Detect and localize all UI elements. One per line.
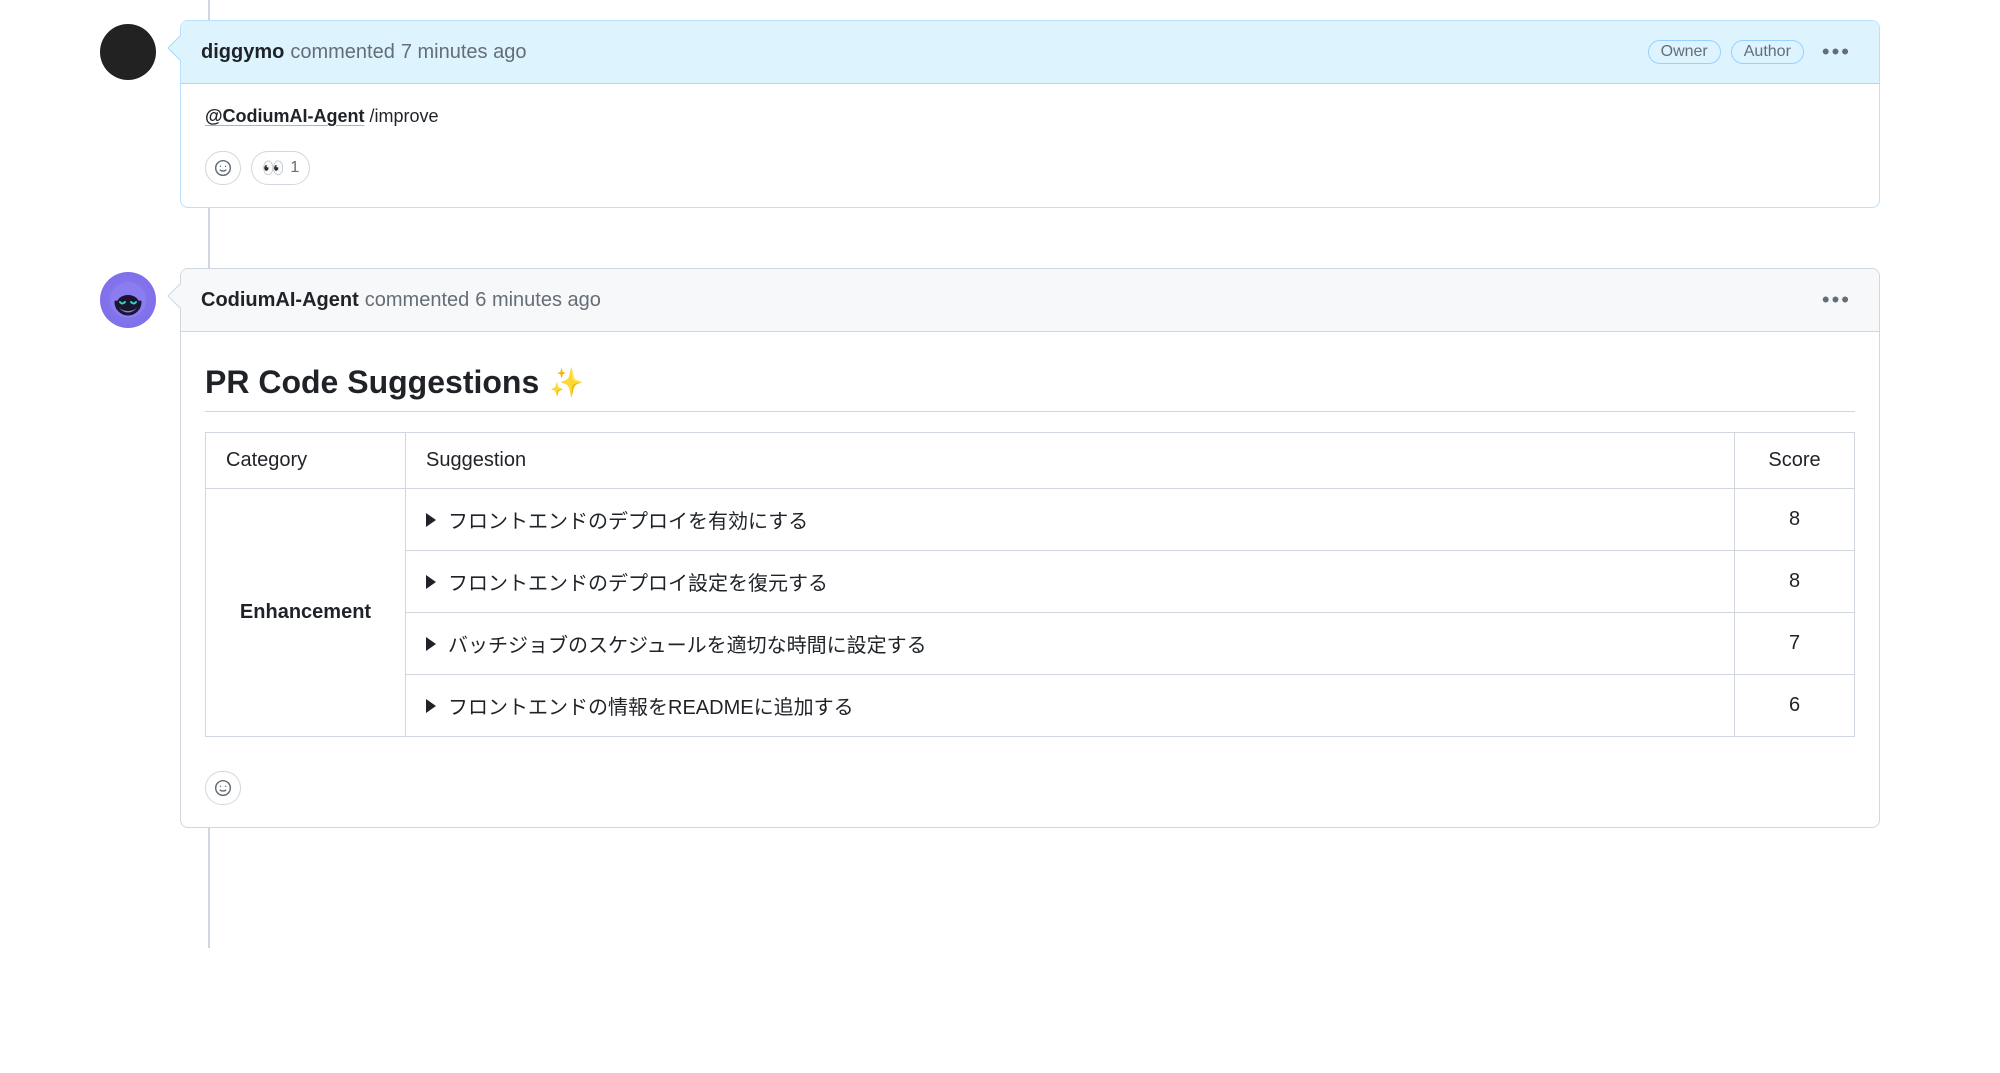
suggestion-toggle[interactable]: フロントエンドのデプロイ設定を復元する bbox=[426, 567, 828, 596]
comment-body: PR Code Suggestions ✨ Category Suggestio… bbox=[181, 332, 1879, 827]
comment-text: @CodiumAI-Agent /improve bbox=[205, 106, 1855, 127]
avatar-codiumai-agent[interactable] bbox=[100, 272, 156, 328]
table-row: Enhancement フロントエンドのデプロイを有効にする 8 bbox=[206, 489, 1855, 551]
command-text: /improve bbox=[365, 106, 439, 126]
smiley-icon bbox=[214, 159, 232, 177]
suggestion-text: バッチジョブのスケジュールを適切な時間に設定する bbox=[448, 629, 927, 658]
suggestion-cell: バッチジョブのスケジュールを適切な時間に設定する bbox=[406, 613, 1735, 675]
eyes-icon: 👀 bbox=[262, 158, 284, 179]
comment-box: CodiumAI-Agent commented 6 minutes ago •… bbox=[180, 268, 1880, 828]
table-row: フロントエンドの情報をREADMEに追加する 6 bbox=[206, 675, 1855, 737]
comment-header-left: diggymo commented 7 minutes ago bbox=[201, 41, 526, 64]
sparkles-icon: ✨ bbox=[549, 366, 584, 399]
comment-header: diggymo commented 7 minutes ago Owner Au… bbox=[181, 21, 1879, 84]
suggestion-toggle[interactable]: バッチジョブのスケジュールを適切な時間に設定する bbox=[426, 629, 927, 658]
suggestion-text: フロントエンドのデプロイ設定を復元する bbox=[448, 567, 828, 596]
comment-menu-button[interactable]: ••• bbox=[1814, 35, 1859, 69]
comment-header-right: ••• bbox=[1814, 283, 1859, 317]
suggestion-cell: フロントエンドの情報をREADMEに追加する bbox=[406, 675, 1735, 737]
comment-item: CodiumAI-Agent commented 6 minutes ago •… bbox=[100, 268, 1880, 828]
table-row: バッチジョブのスケジュールを適切な時間に設定する 7 bbox=[206, 613, 1855, 675]
comment-time[interactable]: 6 minutes ago bbox=[475, 289, 601, 312]
suggestion-cell: フロントエンドのデプロイ設定を復元する bbox=[406, 551, 1735, 613]
avatar-diggymo[interactable] bbox=[100, 24, 156, 80]
comment-time[interactable]: 7 minutes ago bbox=[401, 41, 527, 64]
smiley-icon bbox=[214, 779, 232, 797]
triangle-right-icon bbox=[426, 513, 436, 527]
reaction-eyes[interactable]: 👀 1 bbox=[251, 151, 310, 185]
mention-link[interactable]: @CodiumAI-Agent bbox=[205, 106, 365, 126]
comment-header-left: CodiumAI-Agent commented 6 minutes ago bbox=[201, 289, 601, 312]
reaction-count: 1 bbox=[290, 159, 299, 177]
table-row: フロントエンドのデプロイ設定を復元する 8 bbox=[206, 551, 1855, 613]
col-score: Score bbox=[1735, 433, 1855, 489]
category-cell: Enhancement bbox=[206, 489, 406, 737]
suggestion-text: フロントエンドのデプロイを有効にする bbox=[448, 505, 808, 534]
timeline: diggymo commented 7 minutes ago Owner Au… bbox=[0, 0, 2000, 948]
score-cell: 7 bbox=[1735, 613, 1855, 675]
bot-avatar-icon bbox=[108, 280, 148, 320]
suggestions-table: Category Suggestion Score Enhancement フロ… bbox=[205, 432, 1855, 737]
add-reaction-button[interactable] bbox=[205, 771, 241, 805]
suggestion-cell: フロントエンドのデプロイを有効にする bbox=[406, 489, 1735, 551]
heading-rule bbox=[205, 411, 1855, 412]
triangle-right-icon bbox=[426, 637, 436, 651]
col-suggestion: Suggestion bbox=[406, 433, 1735, 489]
heading-text: PR Code Suggestions bbox=[205, 364, 539, 401]
comment-box: diggymo commented 7 minutes ago Owner Au… bbox=[180, 20, 1880, 208]
reactions-bar: 👀 1 bbox=[205, 151, 1855, 185]
comment-header-right: Owner Author ••• bbox=[1648, 35, 1859, 69]
score-cell: 8 bbox=[1735, 489, 1855, 551]
badge-owner: Owner bbox=[1648, 40, 1721, 64]
comment-header: CodiumAI-Agent commented 6 minutes ago •… bbox=[181, 269, 1879, 332]
suggestion-toggle[interactable]: フロントエンドのデプロイを有効にする bbox=[426, 505, 808, 534]
triangle-right-icon bbox=[426, 575, 436, 589]
suggestion-toggle[interactable]: フロントエンドの情報をREADMEに追加する bbox=[426, 691, 854, 720]
author-link[interactable]: diggymo bbox=[201, 41, 284, 64]
col-category: Category bbox=[206, 433, 406, 489]
comment-item: diggymo commented 7 minutes ago Owner Au… bbox=[100, 20, 1880, 208]
badge-author: Author bbox=[1731, 40, 1804, 64]
add-reaction-button[interactable] bbox=[205, 151, 241, 185]
reactions-bar bbox=[205, 771, 1855, 805]
comment-action: commented bbox=[290, 41, 395, 64]
author-link[interactable]: CodiumAI-Agent bbox=[201, 289, 359, 312]
comment-action: commented bbox=[365, 289, 470, 312]
triangle-right-icon bbox=[426, 699, 436, 713]
comment-menu-button[interactable]: ••• bbox=[1814, 283, 1859, 317]
score-cell: 8 bbox=[1735, 551, 1855, 613]
suggestion-text: フロントエンドの情報をREADMEに追加する bbox=[448, 691, 854, 720]
comment-body: @CodiumAI-Agent /improve 👀 1 bbox=[181, 84, 1879, 207]
score-cell: 6 bbox=[1735, 675, 1855, 737]
suggestions-heading: PR Code Suggestions ✨ bbox=[205, 364, 1855, 401]
